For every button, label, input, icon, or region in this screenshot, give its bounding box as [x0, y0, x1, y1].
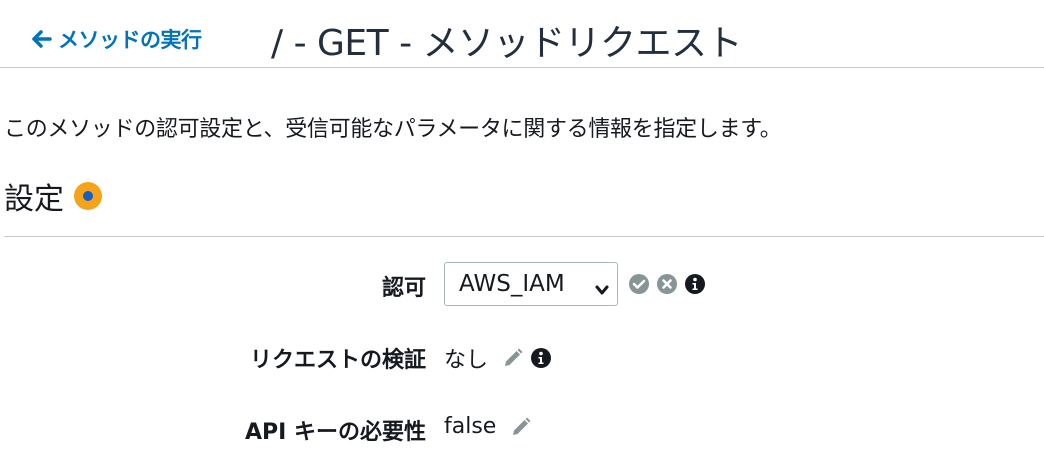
request-validation-row: リクエストの検証 なし [0, 336, 1044, 386]
request-validation-label: リクエストの検証 [249, 348, 426, 373]
page-title: / - GET - メソッドリクエスト [271, 23, 743, 64]
request-validation-value: なし [444, 342, 552, 374]
api-key-required-text: false [444, 414, 497, 439]
page-description: このメソッドの認可設定と、受信可能なパラメータに関する情報を指定します。 [4, 117, 782, 142]
section-divider [4, 236, 1044, 237]
arrow-left-icon [32, 29, 52, 49]
authorization-value: AWS_IAM [444, 262, 706, 306]
pencil-icon[interactable] [502, 347, 524, 369]
back-link-label: メソッドの実行 [58, 28, 202, 52]
authorization-selected-value: AWS_IAM [459, 271, 565, 297]
authorization-row: 認可 AWS_IAM [0, 262, 1044, 312]
page-header: メソッドの実行 / - GET - メソッドリクエスト [0, 0, 1044, 68]
chevron-down-icon [595, 277, 609, 295]
settings-title-text: 設定 [4, 182, 64, 217]
settings-section-title: 設定 [4, 174, 102, 218]
authorization-select[interactable]: AWS_IAM [444, 262, 618, 306]
back-to-method-execution-link[interactable]: メソッドの実行 [32, 24, 202, 54]
request-validation-text: なし [444, 348, 489, 373]
x-circle-icon[interactable] [656, 273, 678, 295]
api-key-required-value: false [444, 414, 532, 439]
api-key-required-label: API キーの必要性 [245, 420, 426, 445]
info-circle-icon[interactable] [530, 347, 552, 369]
status-dot-icon [74, 182, 102, 210]
info-circle-icon[interactable] [684, 273, 706, 295]
pencil-icon[interactable] [510, 416, 532, 438]
authorization-label: 認可 [381, 276, 426, 301]
check-circle-icon[interactable] [628, 273, 650, 295]
api-key-required-row: API キーの必要性 false [0, 408, 1044, 458]
